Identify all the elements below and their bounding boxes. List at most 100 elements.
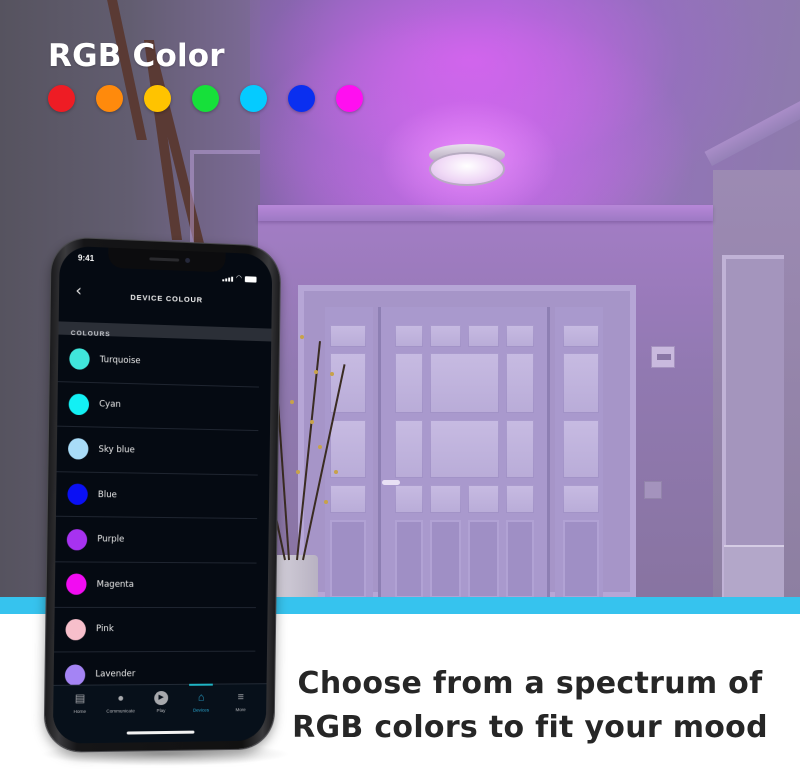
nav-tab-devices[interactable]: ⌂ Devices bbox=[182, 691, 220, 742]
window-pane bbox=[430, 325, 461, 347]
blossom bbox=[296, 470, 300, 474]
window-pane bbox=[563, 485, 599, 513]
window-pane bbox=[330, 485, 366, 513]
blossom bbox=[290, 400, 294, 404]
color-option-label: Sky blue bbox=[98, 444, 135, 456]
window-pane bbox=[395, 325, 423, 347]
color-swatch-red bbox=[48, 85, 75, 112]
wall-light-switch bbox=[651, 346, 675, 368]
ceiling-lamp bbox=[379, 100, 559, 220]
home-icon: ▤ bbox=[74, 692, 86, 705]
door-panel bbox=[430, 520, 461, 598]
color-dot bbox=[66, 528, 88, 551]
window-pane bbox=[430, 485, 461, 513]
window-pane bbox=[468, 485, 499, 513]
blossom bbox=[318, 445, 322, 449]
nav-tab-communicate[interactable]: ● Communicate bbox=[101, 691, 140, 743]
color-dot bbox=[67, 483, 88, 506]
window-pane bbox=[506, 353, 534, 413]
color-option[interactable]: Purple bbox=[55, 517, 258, 564]
phone-screen: 9:41 ◠ ‹ DEVICE COLOUR COLOURS Turquoise… bbox=[52, 245, 273, 744]
color-option-label: Pink bbox=[95, 624, 114, 635]
menu-icon: ≡ bbox=[237, 691, 245, 704]
window-pane bbox=[506, 420, 534, 478]
window-pane bbox=[395, 353, 423, 413]
color-option[interactable]: Blue bbox=[55, 471, 258, 520]
color-option[interactable]: Pink bbox=[54, 607, 256, 653]
color-option[interactable]: Magenta bbox=[54, 562, 257, 608]
nav-tab-play[interactable]: ▶ Play bbox=[142, 690, 181, 742]
color-option-label: Lavender bbox=[95, 669, 136, 680]
status-icons: ◠ bbox=[222, 274, 257, 283]
tagline-line-2: RGB colors to fit your mood bbox=[292, 710, 768, 745]
tagline-line-1: Choose from a spectrum of bbox=[297, 666, 763, 701]
window-pane bbox=[430, 353, 499, 413]
phone-notch bbox=[108, 247, 226, 273]
battery-icon bbox=[244, 276, 257, 283]
color-option-label: Blue bbox=[97, 489, 117, 500]
nav-tab-label: Devices bbox=[192, 707, 210, 713]
blossom bbox=[334, 470, 338, 474]
color-swatch-blue bbox=[288, 85, 315, 112]
door-panel bbox=[468, 520, 499, 598]
nav-tab-label: Communicate bbox=[106, 708, 135, 714]
bottom-nav-bar: ▤ Home ● Communicate ▶ Play ⌂ Devices ≡ More bbox=[52, 683, 267, 744]
color-option[interactable]: Cyan bbox=[57, 381, 259, 432]
blossom bbox=[310, 420, 314, 424]
blossom bbox=[300, 335, 304, 339]
window-pane bbox=[506, 325, 534, 347]
app-header: ‹ DEVICE COLOUR bbox=[59, 278, 272, 314]
color-option-label: Purple bbox=[97, 534, 125, 545]
color-option-label: Turquoise bbox=[99, 354, 141, 367]
nav-tab-label: More bbox=[235, 707, 246, 713]
color-dot bbox=[64, 664, 86, 686]
door-panel bbox=[330, 520, 366, 598]
color-option[interactable]: Sky blue bbox=[56, 426, 259, 476]
closet-cabinet bbox=[724, 545, 784, 598]
nav-tab-home[interactable]: ▤ Home bbox=[60, 692, 99, 744]
window-pane bbox=[563, 420, 599, 478]
front-camera bbox=[185, 257, 191, 264]
color-option[interactable]: Turquoise bbox=[57, 336, 260, 388]
color-dot bbox=[66, 573, 87, 596]
status-time: 9:41 bbox=[77, 253, 95, 264]
color-option-label: Cyan bbox=[99, 399, 121, 411]
hero-title: RGB Color bbox=[48, 38, 225, 74]
color-swatch-sky-blue bbox=[240, 85, 267, 112]
window-pane bbox=[563, 353, 599, 413]
color-swatch-row bbox=[48, 85, 363, 112]
color-swatch-magenta bbox=[336, 85, 363, 112]
devices-house-icon: ⌂ bbox=[197, 691, 205, 704]
window-pane bbox=[330, 325, 366, 347]
plant-pot bbox=[272, 555, 318, 598]
door-panel bbox=[563, 520, 599, 598]
nav-tab-label: Home bbox=[73, 708, 87, 715]
color-dot bbox=[69, 348, 90, 371]
window-pane bbox=[563, 325, 599, 347]
color-dot bbox=[67, 438, 89, 461]
window-pane bbox=[506, 485, 534, 513]
smartphone: 9:41 ◠ ‹ DEVICE COLOUR COLOURS Turquoise… bbox=[44, 237, 281, 752]
door-panel bbox=[506, 520, 534, 598]
signal-icon bbox=[222, 276, 234, 282]
window-pane bbox=[430, 420, 499, 478]
tagline: Choose from a spectrum of RGB colors to … bbox=[280, 662, 780, 750]
color-list: Turquoise Cyan Sky blue Blue Purple Magenta Pi… bbox=[53, 336, 271, 698]
door-handle bbox=[382, 480, 400, 485]
color-option-label: Magenta bbox=[96, 579, 135, 590]
blossom bbox=[314, 370, 318, 374]
blossom bbox=[330, 372, 334, 376]
earpiece-speaker bbox=[149, 257, 180, 262]
window-pane bbox=[395, 420, 423, 478]
nav-tab-label: Play bbox=[156, 708, 166, 714]
window-pane bbox=[468, 325, 499, 347]
nav-tab-more[interactable]: ≡ More bbox=[222, 690, 260, 741]
door-panel bbox=[395, 520, 423, 598]
chat-bubble-icon: ● bbox=[117, 692, 125, 705]
wall-plate bbox=[644, 481, 662, 499]
screen-title: DEVICE COLOUR bbox=[130, 292, 203, 305]
blossom bbox=[324, 500, 328, 504]
lamp-diffuser bbox=[431, 154, 503, 184]
color-swatch-green bbox=[192, 85, 219, 112]
play-icon: ▶ bbox=[154, 690, 169, 706]
